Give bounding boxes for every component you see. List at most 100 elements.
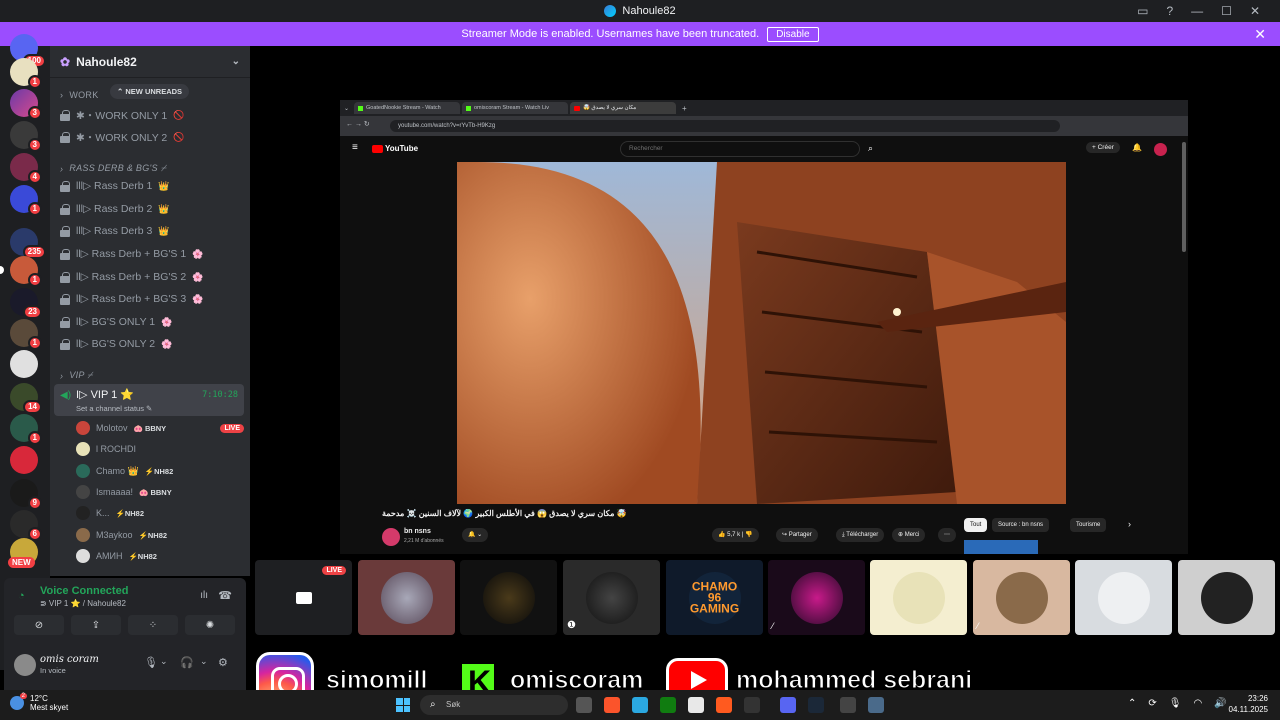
participant-tile[interactable]: CHAMO 96 GAMING bbox=[666, 560, 763, 635]
settings-gear-icon[interactable]: ⚙ bbox=[218, 656, 228, 669]
server-icon[interactable] bbox=[10, 350, 38, 378]
help-icon[interactable]: ? bbox=[1166, 4, 1173, 18]
task-view-icon[interactable] bbox=[576, 697, 592, 713]
channel-rass-derb-bgs-3[interactable]: ll▷ Rass Derb + BG'S 3 🌸 bbox=[58, 289, 244, 309]
microphone-icon[interactable]: 🎙 bbox=[1169, 698, 1182, 709]
chevron-down-icon[interactable]: ⌄ bbox=[232, 56, 240, 67]
settings-icon[interactable] bbox=[868, 697, 884, 713]
volume-icon[interactable]: 🔊 bbox=[1214, 698, 1226, 709]
channel-rass-derb-3[interactable]: lll▷ Rass Derb 3 👑 bbox=[58, 221, 244, 241]
participant-tile[interactable] bbox=[1178, 560, 1275, 635]
participant-tile[interactable] bbox=[870, 560, 967, 635]
voice-user[interactable]: M3aykoo ⚡NH82 bbox=[76, 525, 244, 545]
microphone-icon[interactable]: 🎙 bbox=[144, 656, 158, 669]
chevron-down-icon[interactable]: ⌄ bbox=[160, 656, 168, 667]
server-icon[interactable]: 6 bbox=[10, 510, 42, 541]
brave-icon[interactable] bbox=[604, 697, 620, 713]
filter-chip[interactable]: Tourisme bbox=[1070, 518, 1107, 532]
headphones-icon[interactable]: 🎧 bbox=[180, 656, 194, 669]
server-icon[interactable]: 235 bbox=[10, 228, 46, 259]
video-player[interactable] bbox=[457, 162, 1066, 504]
guild-header[interactable]: ✿ Nahoule82 ⌄ bbox=[50, 46, 250, 78]
disable-streamer-mode-button[interactable]: Disable bbox=[767, 26, 819, 42]
channel-status[interactable]: Set a channel status ✎ bbox=[76, 404, 152, 413]
server-icon[interactable]: 1 bbox=[10, 414, 42, 445]
server-icon[interactable]: 3 bbox=[10, 89, 42, 120]
participant-tile[interactable] bbox=[460, 560, 557, 635]
server-icon[interactable]: 23 bbox=[10, 288, 42, 319]
close-banner-icon[interactable]: ✕ bbox=[1254, 26, 1266, 43]
close-window-button[interactable]: ✕ bbox=[1250, 4, 1260, 18]
server-icon[interactable]: 9 bbox=[10, 479, 42, 510]
voice-location[interactable]: ⋑ VIP 1 ⭐ / Nahoule82 bbox=[40, 599, 126, 608]
scrollbar[interactable] bbox=[1182, 142, 1186, 252]
app-icon[interactable] bbox=[744, 697, 760, 713]
participant-tile[interactable]: ❶ bbox=[563, 560, 660, 635]
notification-bell-button[interactable]: 🔔 ⌄ bbox=[462, 528, 489, 542]
channel-bgs-only-1[interactable]: ll▷ BG'S ONLY 1 🌸 bbox=[58, 312, 244, 332]
browser-tab-active[interactable]: 🤯 مكان سري لا يصدق bbox=[570, 102, 676, 114]
channel-rass-derb-bgs-1[interactable]: ll▷ Rass Derb + BG'S 1 🌸 bbox=[58, 244, 244, 264]
nav-arrows-icon[interactable]: ← → ↻ bbox=[346, 120, 370, 128]
more-actions-button[interactable]: ⋯ bbox=[938, 528, 956, 542]
channel-rass-derb-2[interactable]: lll▷ Rass Derb 2 👑 bbox=[58, 199, 244, 219]
wifi-icon[interactable]: ◠ bbox=[1193, 698, 1202, 709]
channel-bgs-only-2[interactable]: ll▷ BG'S ONLY 2 🌸 bbox=[58, 334, 244, 354]
user-name[interactable]: omis coram bbox=[40, 654, 99, 665]
clock[interactable]: 23:26 04.11.2025 bbox=[1229, 693, 1268, 715]
search-icon[interactable]: ⌕ bbox=[868, 143, 873, 154]
voice-connected-label[interactable]: Voice Connected bbox=[40, 585, 128, 597]
youtube-logo[interactable]: YouTube bbox=[372, 144, 418, 153]
soundboard-button[interactable]: ✺ bbox=[185, 615, 235, 635]
filter-chip[interactable]: Tout bbox=[964, 518, 988, 532]
taskbar-search[interactable]: Søk bbox=[420, 695, 568, 715]
browser-tab[interactable]: omiscoram Stream - Watch Liv bbox=[462, 102, 568, 114]
inbox-icon[interactable]: ▭ bbox=[1137, 4, 1148, 18]
channel-name[interactable]: bn nsns bbox=[404, 528, 431, 535]
maximize-button[interactable]: ☐ bbox=[1221, 4, 1232, 18]
minimize-button[interactable]: — bbox=[1191, 4, 1203, 18]
disconnect-icon[interactable]: ☎ bbox=[218, 589, 232, 602]
create-button[interactable]: + Créer bbox=[1086, 142, 1120, 153]
share-button[interactable]: ↪ Partager bbox=[776, 528, 818, 542]
participant-tile-screen[interactable]: LIVE bbox=[255, 560, 352, 635]
category-vip[interactable]: › VIP ⌿ bbox=[60, 370, 93, 381]
participant-tile[interactable]: ⁄ bbox=[973, 560, 1070, 635]
participant-tile[interactable] bbox=[358, 560, 455, 635]
server-icon[interactable]: 14 bbox=[10, 383, 42, 414]
menu-icon[interactable]: ≡ bbox=[352, 142, 358, 153]
category-work[interactable]: › WORK bbox=[60, 90, 99, 100]
edge-icon[interactable] bbox=[632, 697, 648, 713]
chevron-right-icon[interactable]: › bbox=[1128, 519, 1131, 529]
participant-tile[interactable] bbox=[1075, 560, 1172, 635]
channel-work-only-1[interactable]: ✱・WORK ONLY 1 🚫 bbox=[58, 105, 244, 125]
chevron-down-icon[interactable]: ⌄ bbox=[200, 656, 208, 667]
new-unreads-button[interactable]: ⌃ NEW UNREADS bbox=[110, 84, 190, 99]
share-screen-button[interactable]: ⇪ bbox=[71, 615, 121, 635]
like-dislike-button[interactable]: 👍 5,7 k | 👎 bbox=[712, 528, 759, 542]
app-icon[interactable] bbox=[688, 697, 704, 713]
participant-tile[interactable]: ⁄ bbox=[768, 560, 865, 635]
server-icon[interactable] bbox=[10, 446, 38, 474]
windows-start-icon[interactable] bbox=[396, 698, 410, 712]
server-icon[interactable]: 1 bbox=[10, 319, 42, 350]
channel-rass-derb-1[interactable]: lll▷ Rass Derb 1 👑 bbox=[58, 176, 244, 196]
download-button[interactable]: ⤓ Télécharger bbox=[836, 528, 885, 542]
voice-user[interactable]: АМИН ⚡NH82 bbox=[76, 546, 244, 566]
voice-user[interactable]: Ismaaaa! 🐽 BBNY bbox=[76, 482, 244, 502]
avatar[interactable] bbox=[382, 528, 400, 546]
voice-channel-vip-1[interactable]: ◀) I▷ VIP 1 ⭐ Set a channel status ✎ 7:1… bbox=[54, 384, 244, 416]
server-icon[interactable]: 1 bbox=[0, 256, 42, 287]
new-servers-badge[interactable]: NEW bbox=[8, 557, 35, 568]
browser-tab[interactable]: GoatedNookie Stream - Watch bbox=[354, 102, 460, 114]
category-rass-derb[interactable]: › RASS DERB & BG'S ⌿ bbox=[60, 163, 166, 174]
youtube-search-input[interactable]: Rechercher bbox=[620, 141, 860, 157]
signal-icon[interactable]: ◔ bbox=[18, 590, 25, 602]
url-field[interactable]: youtube.com/watch?v=rYvTb-H9Kzg bbox=[390, 120, 1060, 132]
filter-chip[interactable]: Source : bn nsns bbox=[992, 518, 1050, 532]
toggle-camera-button[interactable]: ⊘ bbox=[14, 615, 64, 635]
tab-search-icon[interactable]: ⌄ bbox=[344, 105, 352, 112]
related-video-thumbnail[interactable] bbox=[964, 540, 1038, 554]
activities-button[interactable]: ⁘ bbox=[128, 615, 178, 635]
noise-suppression-icon[interactable]: ılı bbox=[200, 590, 208, 601]
